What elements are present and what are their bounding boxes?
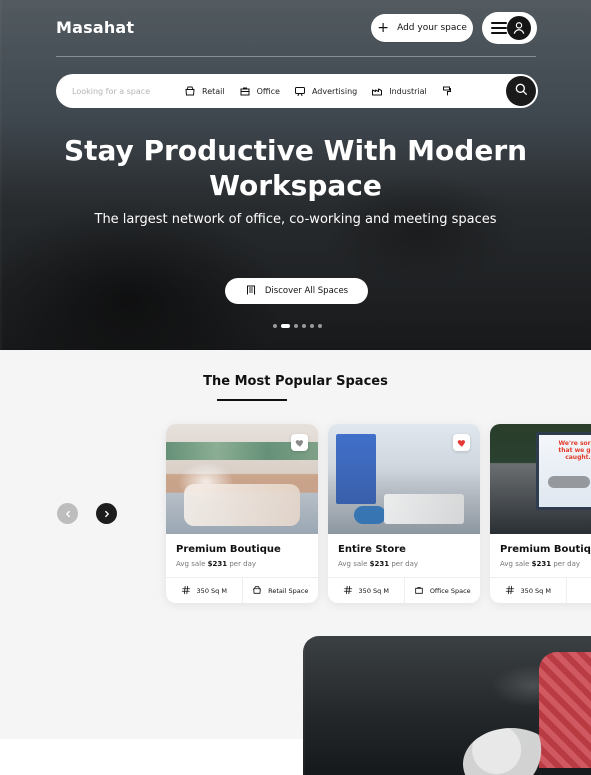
space-type bbox=[565, 578, 591, 603]
building-icon bbox=[245, 284, 257, 299]
carousel-indicators bbox=[273, 324, 322, 328]
search-button[interactable] bbox=[506, 76, 536, 106]
space-card[interactable]: Entire Store Avg sale $231 per day 350 S… bbox=[328, 424, 480, 603]
price-value: $231 bbox=[369, 560, 390, 568]
space-image: We're sorry that we got caught. bbox=[490, 424, 591, 534]
category-office[interactable]: Office bbox=[239, 85, 280, 97]
section-title: The Most Popular Spaces bbox=[203, 374, 388, 389]
space-name: Premium Boutique bbox=[176, 544, 281, 555]
hero-title: Stay Productive With Modern Workspace bbox=[63, 134, 528, 202]
hero: Masahat + Add your space Looking for a s… bbox=[0, 0, 591, 350]
space-image bbox=[166, 424, 318, 534]
space-price: Avg sale $231 per day bbox=[338, 560, 470, 568]
type-label: Office Space bbox=[429, 586, 471, 595]
space-size: 350 Sq M bbox=[490, 578, 566, 603]
category-industrial[interactable]: Industrial bbox=[371, 85, 427, 97]
chair-shape bbox=[354, 506, 386, 524]
office-icon bbox=[414, 585, 424, 597]
space-name: Premium Boutique bbox=[500, 544, 591, 555]
briefcase-icon bbox=[239, 85, 251, 97]
section-title-underline bbox=[217, 399, 287, 401]
store-icon bbox=[252, 585, 262, 597]
factory-icon bbox=[371, 85, 383, 97]
brand-logo[interactable]: Masahat bbox=[56, 18, 134, 37]
add-your-space-label: Add your space bbox=[397, 23, 467, 33]
hash-icon bbox=[181, 585, 191, 597]
search-bar: Looking for a space Retail Office Advert… bbox=[56, 74, 538, 108]
category-more[interactable] bbox=[441, 85, 453, 97]
heart-icon bbox=[295, 433, 305, 452]
space-size: 350 Sq M bbox=[166, 578, 242, 603]
search-icon bbox=[513, 81, 529, 101]
paint-roller-icon bbox=[441, 85, 453, 97]
space-meta: 350 Sq M bbox=[490, 577, 591, 603]
space-price: Avg sale $231 per day bbox=[500, 560, 591, 568]
size-label: 350 Sq M bbox=[196, 586, 227, 595]
category-advertising[interactable]: Advertising bbox=[294, 85, 357, 97]
user-icon bbox=[507, 16, 531, 40]
discover-all-spaces-label: Discover All Spaces bbox=[264, 286, 349, 296]
carousel-dot[interactable] bbox=[318, 324, 322, 328]
hamburger-icon bbox=[491, 22, 507, 34]
category-label: Retail bbox=[202, 86, 225, 96]
price-suffix: per day bbox=[227, 560, 257, 568]
carousel-prev-button[interactable] bbox=[57, 503, 78, 524]
space-meta: 350 Sq M Office Space bbox=[328, 577, 480, 603]
category-list: Retail Office Advertising Industrial bbox=[184, 85, 469, 97]
space-type: Retail Space bbox=[241, 578, 319, 603]
space-price: Avg sale $231 per day bbox=[176, 560, 308, 568]
popular-spaces-section: The Most Popular Spaces Premium Boutique bbox=[0, 350, 591, 775]
featured-image bbox=[303, 636, 591, 775]
space-type: Office Space bbox=[403, 578, 481, 603]
hash-icon bbox=[343, 585, 353, 597]
space-image bbox=[328, 424, 480, 534]
top-navigation: Masahat + Add your space bbox=[0, 0, 591, 60]
carousel-dot[interactable] bbox=[281, 324, 290, 328]
space-size: 350 Sq M bbox=[328, 578, 404, 603]
space-card[interactable]: We're sorry that we got caught. Premium … bbox=[490, 424, 591, 603]
type-label: Retail Space bbox=[268, 586, 309, 595]
hash-icon bbox=[505, 585, 515, 597]
discover-all-spaces-button[interactable]: Discover All Spaces bbox=[225, 278, 368, 304]
billboard-icon bbox=[294, 85, 306, 97]
space-meta: 350 Sq M Retail Space bbox=[166, 577, 318, 603]
add-your-space-button[interactable]: + Add your space bbox=[371, 14, 473, 42]
price-suffix: per day bbox=[389, 560, 419, 568]
category-label: Industrial bbox=[389, 86, 427, 96]
category-label: Advertising bbox=[311, 86, 358, 96]
space-name: Entire Store bbox=[338, 544, 406, 555]
carousel-next-button[interactable] bbox=[96, 503, 117, 524]
price-suffix: per day bbox=[551, 560, 581, 568]
page: Masahat + Add your space Looking for a s… bbox=[0, 0, 591, 775]
price-prefix: Avg sale bbox=[500, 560, 532, 568]
hero-subtitle: The largest network of office, co-workin… bbox=[94, 212, 497, 227]
search-input[interactable]: Looking for a space bbox=[72, 87, 184, 96]
space-card[interactable]: Premium Boutique Avg sale $231 per day 3… bbox=[166, 424, 318, 603]
header-divider bbox=[56, 56, 536, 57]
menu-button[interactable] bbox=[482, 12, 537, 44]
price-value: $231 bbox=[207, 560, 228, 568]
favorite-button[interactable] bbox=[453, 434, 470, 451]
size-label: 350 Sq M bbox=[358, 586, 389, 595]
carousel-dot[interactable] bbox=[310, 324, 314, 328]
heart-icon bbox=[457, 433, 467, 452]
carousel-dot[interactable] bbox=[273, 324, 277, 328]
price-prefix: Avg sale bbox=[338, 560, 370, 568]
category-retail[interactable]: Retail bbox=[184, 85, 225, 97]
price-value: $231 bbox=[531, 560, 552, 568]
favorite-button[interactable] bbox=[291, 434, 308, 451]
content-strip bbox=[0, 739, 303, 775]
image-text: We're sorry that we got caught. bbox=[558, 440, 591, 461]
chevron-left-icon bbox=[63, 504, 73, 523]
chevron-right-icon bbox=[102, 504, 112, 523]
size-label: 350 Sq M bbox=[520, 586, 551, 595]
store-icon bbox=[184, 85, 196, 97]
category-label: Office bbox=[256, 86, 280, 96]
plus-icon: + bbox=[377, 20, 389, 36]
price-prefix: Avg sale bbox=[176, 560, 208, 568]
carousel-dot[interactable] bbox=[294, 324, 298, 328]
carousel-dot[interactable] bbox=[302, 324, 306, 328]
